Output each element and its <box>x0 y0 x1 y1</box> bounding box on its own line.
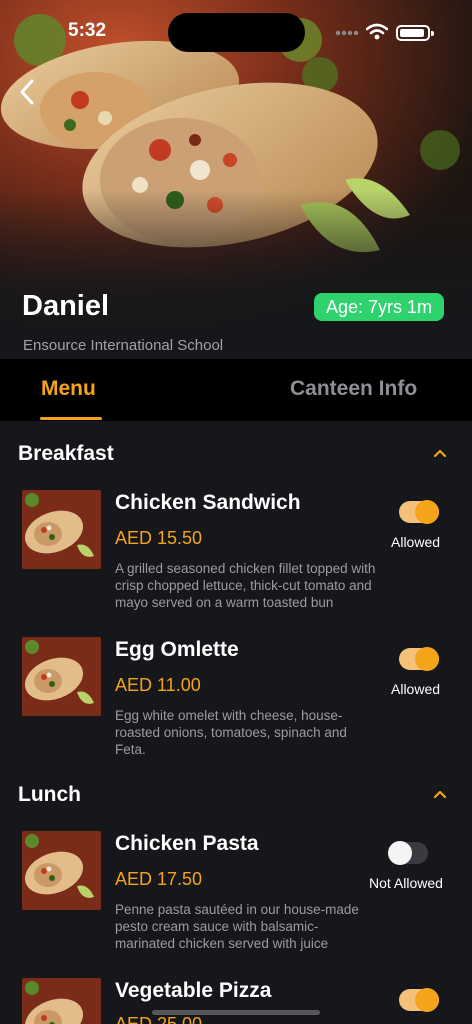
tab-bar: Menu Canteen Info <box>0 359 472 421</box>
item-name: Chicken Sandwich <box>115 491 301 514</box>
status-time: 5:32 <box>68 20 107 41</box>
chevron-up-icon[interactable] <box>433 448 447 458</box>
item-name: Chicken Pasta <box>115 832 259 855</box>
allow-status-label: Not Allowed <box>369 875 443 891</box>
back-chevron-icon[interactable] <box>14 76 42 108</box>
item-description: A grilled seasoned chicken fillet topped… <box>115 561 376 610</box>
school-name: Ensource International School <box>23 337 224 354</box>
active-tab-indicator <box>40 417 102 420</box>
item-price: AED 17.50 <box>115 869 203 889</box>
item-name: Vegetable Pizza <box>115 979 272 1002</box>
age-badge: Age: 7yrs 1m <box>314 293 445 321</box>
allow-status-label: Allowed <box>391 534 441 550</box>
tab-menu[interactable]: Menu <box>41 377 96 401</box>
allow-toggle[interactable] <box>399 647 439 671</box>
item-image <box>22 978 101 1024</box>
item-price: AED 11.00 <box>115 675 201 695</box>
allow-toggle[interactable] <box>399 500 439 524</box>
child-name: Daniel <box>22 290 110 322</box>
status-bar: 5:32 <box>0 0 472 64</box>
cellular-signal-icon <box>335 30 359 36</box>
section-title-lunch: Lunch <box>18 783 81 806</box>
allow-toggle[interactable] <box>388 841 428 865</box>
home-indicator <box>152 1010 320 1015</box>
item-price: AED 15.50 <box>115 528 203 548</box>
tab-canteen-info[interactable]: Canteen Info <box>290 377 417 401</box>
item-image <box>22 490 101 569</box>
dynamic-island <box>168 13 305 52</box>
allow-toggle[interactable] <box>399 988 439 1012</box>
allow-status-label: Allowed <box>391 681 441 697</box>
item-price: AED 25.00 <box>115 1014 203 1024</box>
item-image <box>22 637 101 716</box>
item-description: Penne pasta sautéed in our house-made pe… <box>115 902 359 951</box>
wifi-icon <box>366 23 388 40</box>
item-description: Egg white omelet with cheese, house-roas… <box>115 708 347 757</box>
section-title-breakfast: Breakfast <box>18 442 114 465</box>
item-image <box>22 831 101 910</box>
battery-icon <box>396 25 434 41</box>
item-name: Egg Omlette <box>115 638 239 661</box>
chevron-up-icon[interactable] <box>433 789 447 799</box>
